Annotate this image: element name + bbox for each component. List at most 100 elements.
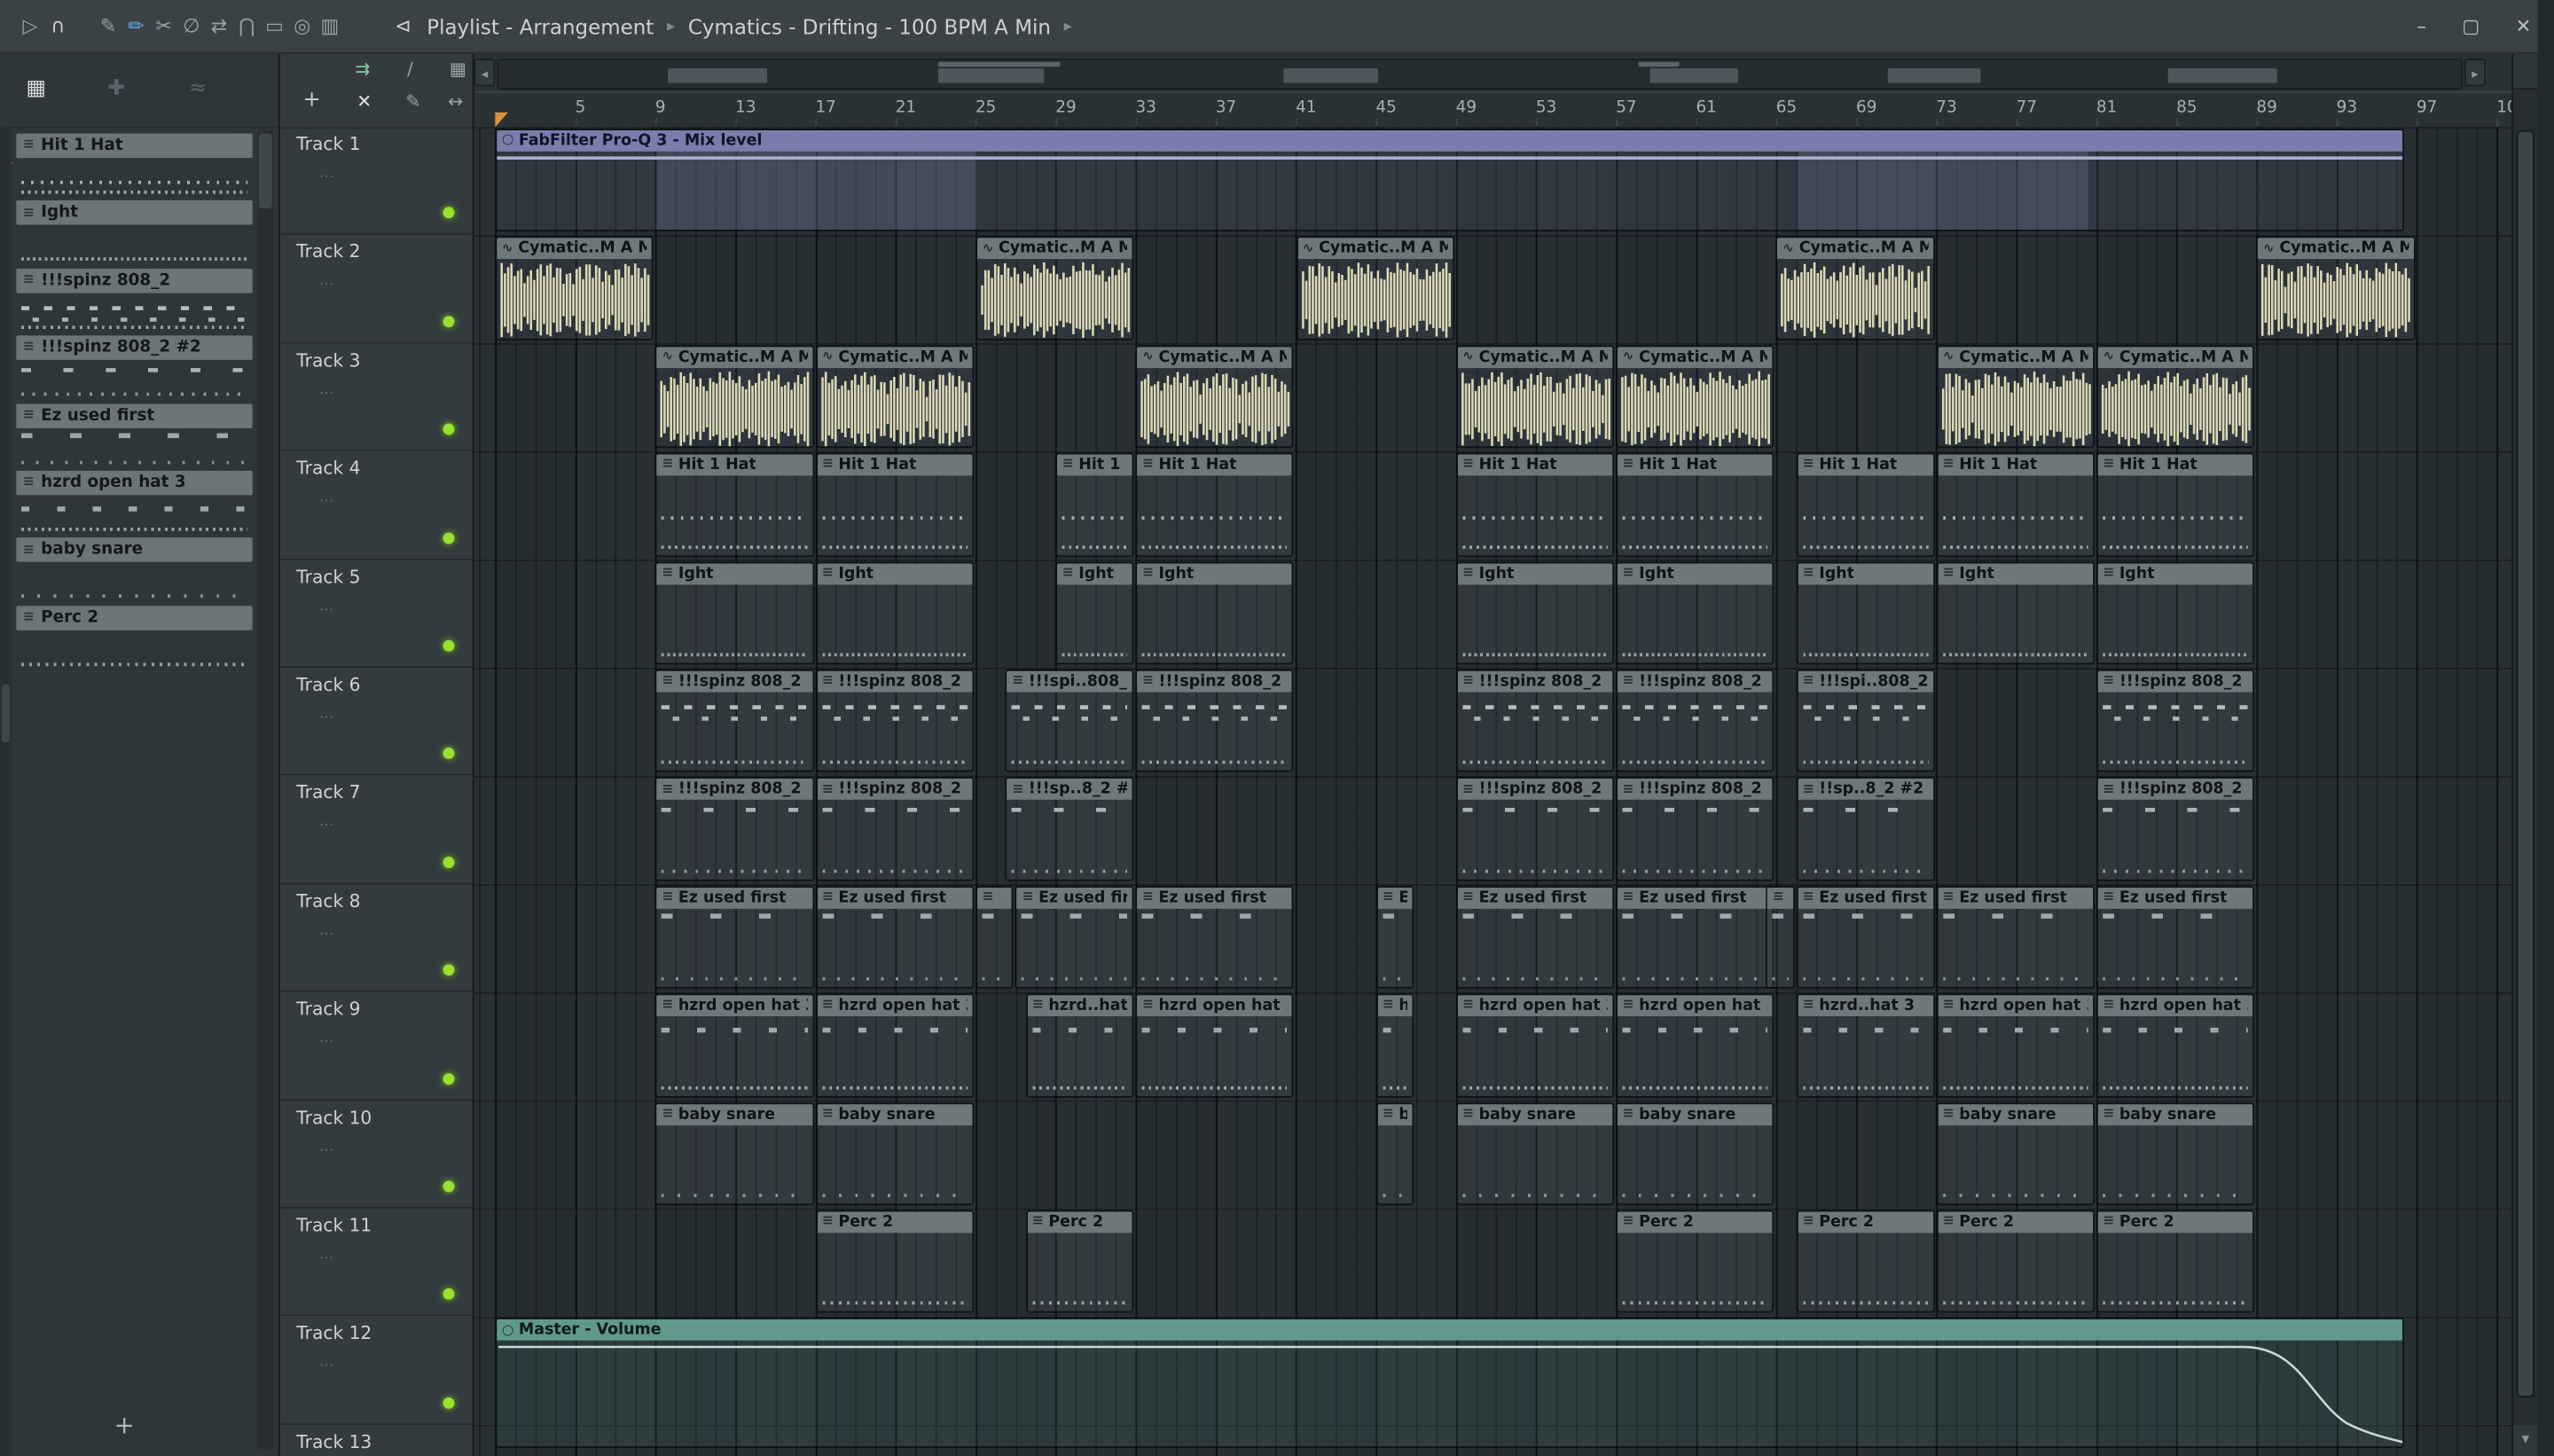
pattern-clip[interactable]: ≡ Ight: [1455, 560, 1615, 665]
pattern-clip[interactable]: ≡: [1766, 885, 1795, 990]
pattern-name-bar[interactable]: ≡ Hit 1 Hat: [16, 133, 253, 159]
track-mute-led[interactable]: [443, 1180, 455, 1193]
add-pattern-icon[interactable]: ✚: [107, 76, 125, 101]
window-title[interactable]: Playlist - Arrangement: [427, 14, 654, 39]
track-row[interactable]: Track 13⋯: [280, 1425, 473, 1456]
automation-clip[interactable]: ○ FabFilter Pro-Q 3 - Mix level: [495, 129, 2405, 232]
pattern-item[interactable]: ≡ !!!spinz 808_2: [16, 268, 253, 336]
panel-left-scroll-thumb[interactable]: [1, 684, 11, 743]
track-row[interactable]: Track 12 ⋯: [279, 1317, 473, 1425]
pattern-name-bar[interactable]: ≡ !!!spinz 808_2: [16, 268, 253, 294]
audio-clip[interactable]: ∿Cymatic..M A Min: [975, 237, 1134, 341]
audio-clip[interactable]: ∿Cymatic..M A Min: [1775, 237, 1935, 341]
pattern-list-scrollbar[interactable]: [257, 129, 274, 1450]
track-mute-led[interactable]: [443, 639, 455, 652]
track-mute-led[interactable]: [443, 1072, 455, 1084]
audio-clip[interactable]: ∿Cymatic..M A Min: [1616, 345, 1774, 449]
audio-clip[interactable]: ∿Cymatic..M A Min: [1455, 345, 1615, 449]
playlist-canvas[interactable]: ○ FabFilter Pro-Q 3 - Mix level ∿ Cymatic..…: [474, 127, 2512, 1456]
pattern-clip[interactable]: ≡Hit 1 Hat: [654, 452, 814, 557]
pattern-clip[interactable]: ≡ Ight: [1055, 560, 1134, 665]
track-row[interactable]: Track 8 ⋯: [279, 884, 473, 992]
pattern-clip[interactable]: ≡ Ight: [654, 560, 814, 665]
playback-meter-icon[interactable]: ▥: [316, 15, 343, 38]
wave-view-icon[interactable]: ≈: [189, 76, 207, 101]
pattern-name-bar[interactable]: ≡ Perc 2: [16, 605, 253, 630]
audio-clip[interactable]: ∿Cymatic..M A Min: [1936, 345, 2096, 449]
pattern-clip[interactable]: ≡ hzrd open hat 3: [1616, 993, 1774, 1098]
minimize-button[interactable]: –: [2417, 15, 2426, 38]
delete-tool-icon[interactable]: ✕: [356, 91, 372, 113]
pattern-clip[interactable]: ≡Ez used first: [815, 885, 975, 990]
pattern-clip[interactable]: ≡Ez used first: [654, 885, 814, 990]
pattern-item[interactable]: ≡ Perc 2: [16, 605, 253, 673]
pattern-clip[interactable]: ≡ hzrd open hat 3: [1936, 993, 2096, 1098]
pattern-clip[interactable]: ≡Hit 1 Hat: [2096, 452, 2255, 557]
add-track-button[interactable]: +: [303, 88, 321, 113]
piano-view-icon[interactable]: ▦: [26, 76, 46, 101]
playhead-marker-icon[interactable]: [495, 112, 509, 128]
pattern-clip[interactable]: ≡ Ight: [2096, 560, 2255, 665]
pattern-clip[interactable]: ≡ Perc 2: [1796, 1209, 1935, 1314]
vscroll-down-button[interactable]: ▾: [2513, 1425, 2538, 1456]
pattern-name-bar[interactable]: ≡ hzrd open hat 3: [16, 470, 253, 496]
magnet-snap-icon[interactable]: ⋂: [233, 15, 261, 38]
brush-tool-icon[interactable]: ✏: [122, 15, 150, 38]
pattern-clip[interactable]: ≡!!!spinz 808_2 #2: [654, 777, 814, 881]
pattern-clip[interactable]: ≡Hit 1 Hat: [1455, 452, 1615, 557]
pattern-clip[interactable]: ≡ baby snare: [654, 1101, 814, 1206]
track-row[interactable]: Track 10 ⋯: [279, 1100, 473, 1209]
audio-clip[interactable]: ∿Cymatic..M A Min: [654, 345, 814, 449]
grid-view-icon[interactable]: ▦: [450, 59, 466, 80]
track-row[interactable]: Track 4 ⋯: [279, 451, 473, 560]
track-row[interactable]: Track 9 ⋯: [279, 992, 473, 1100]
play-icon[interactable]: ▷: [16, 15, 43, 38]
panel-left-scrollbar[interactable]: [0, 127, 12, 1456]
audio-clip[interactable]: ∿Cymatic..M A Min: [2256, 237, 2416, 341]
pattern-clip[interactable]: ≡ Ight: [815, 560, 975, 665]
pattern-item[interactable]: ≡ Hit 1 Hat: [16, 133, 253, 201]
pattern-clip[interactable]: ≡ !!sp..8_2 #2: [1796, 777, 1935, 881]
pattern-clip[interactable]: ≡!!!spinz 808_2 #2: [815, 777, 975, 881]
timeline-ruler[interactable]: 5 9 13 17 21 25 29 33 37 41 45 49 53 57 61 65 69 73 77 81 85…: [474, 90, 2512, 129]
pattern-clip[interactable]: ≡ Perc 2: [2096, 1209, 2255, 1314]
pattern-clip[interactable]: ≡Ez used first: [1455, 885, 1615, 990]
pattern-clip[interactable]: ≡!!!spinz 808_2 #2: [1616, 777, 1774, 881]
pattern-clip[interactable]: ≡ hzrd open hat 3: [815, 993, 975, 1098]
pattern-clip[interactable]: ≡!!!spinz 808_2 #2: [1455, 777, 1615, 881]
pattern-clip[interactable]: ≡ b..e: [1375, 1101, 1414, 1206]
pattern-item[interactable]: ≡ Ight: [16, 200, 253, 269]
pattern-clip[interactable]: ≡Hit 1 Hat: [1055, 452, 1134, 557]
pattern-clip[interactable]: ≡ hzrd open hat 3: [1455, 993, 1615, 1098]
pattern-clip[interactable]: ≡ Ight: [1616, 560, 1774, 665]
pattern-clip[interactable]: ≡Hit 1 Hat: [1616, 452, 1774, 557]
pattern-clip[interactable]: ≡Hit 1 Hat: [1936, 452, 2096, 557]
pattern-clip[interactable]: ≡ !!!spinz 808_2: [815, 669, 975, 773]
pattern-clip[interactable]: ≡ Ight: [1135, 560, 1295, 665]
pattern-clip[interactable]: ≡hzrd..hat 3: [1025, 993, 1134, 1098]
select-tool-icon[interactable]: ▭: [261, 15, 288, 38]
pattern-clip[interactable]: ≡Ez used first: [1796, 885, 1935, 990]
slip-edit-icon[interactable]: ∕: [407, 59, 413, 80]
draw-tool-icon[interactable]: ✎: [405, 91, 420, 113]
pattern-clip[interactable]: ≡Hit 1 Hat: [1135, 452, 1295, 557]
pattern-clip[interactable]: ≡ Ight: [1936, 560, 2096, 665]
track-row[interactable]: Track 7 ⋯: [279, 776, 473, 884]
track-row[interactable]: Track 1 ⋯: [279, 127, 473, 236]
audio-clip[interactable]: ∿Cymatic..M A Min: [495, 237, 654, 341]
track-mute-led[interactable]: [443, 748, 455, 760]
pattern-clip[interactable]: ≡Ez used first: [1936, 885, 2096, 990]
pattern-list-scroll-thumb[interactable]: [259, 133, 272, 209]
pattern-clip[interactable]: ≡Ez used first: [1135, 885, 1295, 990]
pattern-clip[interactable]: ≡ !!!spinz 808_2: [1455, 669, 1615, 773]
pattern-clip[interactable]: ≡ !!!spinz 808_2: [1135, 669, 1295, 773]
zoom-tool-icon[interactable]: ◎: [288, 15, 316, 38]
hscroll-right-button[interactable]: ▸: [2464, 59, 2486, 87]
pattern-clip[interactable]: ≡ !!!spinz 808_2: [2096, 669, 2255, 773]
track-mute-led[interactable]: [443, 531, 455, 544]
pattern-item[interactable]: ≡ Ez used first: [16, 403, 253, 471]
track-mute-led[interactable]: [443, 315, 455, 327]
audio-clip[interactable]: ∿Cymatic..M A Min: [1296, 237, 1454, 341]
pattern-clip[interactable]: ≡ hzrd open hat 3: [1135, 993, 1295, 1098]
headphones-icon[interactable]: ∩: [44, 15, 72, 38]
